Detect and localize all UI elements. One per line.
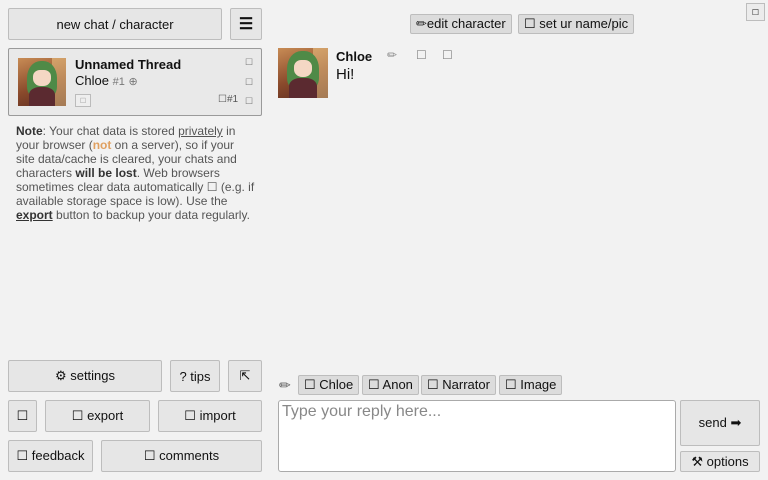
chip-narrator[interactable]: ☐ Narrator bbox=[421, 375, 496, 395]
edit-character-label: ✏edit character bbox=[416, 16, 506, 31]
thread-tag-box[interactable]: ☐ bbox=[75, 94, 91, 107]
settings-label: ⚙ settings bbox=[54, 368, 116, 383]
note-export-link[interactable]: export bbox=[16, 208, 53, 222]
thread-title: Unnamed Thread bbox=[75, 57, 182, 72]
storage-note: Note: Your chat data is stored privately… bbox=[16, 124, 255, 222]
message-action-icon[interactable]: ☐ bbox=[416, 48, 427, 62]
fullscreen-button[interactable]: ☐ bbox=[746, 3, 765, 21]
thread-message-count: ☐#1 bbox=[218, 94, 239, 105]
send-button[interactable]: send ➡ bbox=[680, 400, 760, 446]
comments-button[interactable]: ☐ comments bbox=[101, 440, 262, 472]
chip-chloe[interactable]: ☐ Chloe bbox=[298, 375, 360, 395]
corner-icon: ☐ bbox=[751, 7, 760, 17]
link-icon: ⊕ bbox=[128, 76, 138, 88]
chip-anon[interactable]: ☐ Anon bbox=[362, 375, 419, 395]
feedback-button[interactable]: ☐ feedback bbox=[8, 440, 93, 472]
thread-character-name: Chloe bbox=[75, 73, 109, 88]
settings-button[interactable]: ⚙ settings bbox=[8, 360, 162, 392]
export-button[interactable]: ☐ export bbox=[45, 400, 150, 432]
collapse-icon: ⇱ bbox=[239, 368, 251, 383]
message-text: Hi! bbox=[336, 66, 355, 83]
tips-button[interactable]: ? tips bbox=[170, 360, 220, 392]
new-chat-button[interactable]: new chat / character bbox=[8, 8, 222, 40]
message-action-icon-2[interactable]: ☐ bbox=[442, 48, 453, 62]
thread-character: Chloe #1 ⊕ bbox=[75, 73, 138, 88]
box-icon: ☐ bbox=[16, 408, 29, 423]
set-name-label: ☐ set ur name/pic bbox=[524, 16, 629, 31]
chip-anon-label: ☐ Anon bbox=[368, 377, 413, 392]
reply-input[interactable] bbox=[278, 400, 676, 472]
edit-character-button[interactable]: ✏edit character bbox=[410, 14, 512, 34]
collapse-sidebar-button[interactable]: ⇱ bbox=[228, 360, 262, 392]
edit-message-icon[interactable]: ✏ bbox=[387, 48, 397, 62]
tips-label: ? tips bbox=[179, 368, 211, 384]
options-button[interactable]: ⚒ options bbox=[680, 451, 760, 472]
options-label: ⚒ options bbox=[691, 453, 749, 469]
thread-rename-icon[interactable]: ☐ bbox=[245, 57, 253, 68]
new-chat-label: new chat / character bbox=[56, 16, 174, 32]
chip-image[interactable]: ☐ Image bbox=[499, 375, 563, 395]
thread-card[interactable]: Unnamed Thread Chloe #1 ⊕ ☐ ☐#1 ☐ ☐ ☐ bbox=[8, 48, 262, 116]
thread-avatar bbox=[18, 58, 66, 106]
message-author: Chloe bbox=[336, 49, 373, 64]
set-name-button[interactable]: ☐ set ur name/pic bbox=[518, 14, 635, 34]
box-button[interactable]: ☐ bbox=[8, 400, 37, 432]
feedback-label: ☐ feedback bbox=[16, 448, 85, 463]
export-label: ☐ export bbox=[71, 408, 124, 423]
comments-label: ☐ comments bbox=[143, 448, 220, 463]
message-avatar[interactable] bbox=[278, 48, 328, 98]
thread-duplicate-icon[interactable]: ☐ bbox=[245, 77, 253, 88]
menu-icon: ☰ bbox=[238, 16, 254, 33]
pencil-icon[interactable]: ✏ bbox=[279, 377, 291, 394]
chip-chloe-label: ☐ Chloe bbox=[304, 377, 354, 392]
import-label: ☐ import bbox=[184, 408, 236, 423]
import-button[interactable]: ☐ import bbox=[158, 400, 262, 432]
chip-image-label: ☐ Image bbox=[505, 377, 557, 392]
send-label: send ➡ bbox=[698, 415, 742, 430]
thread-number: #1 bbox=[112, 76, 125, 88]
chip-narrator-label: ☐ Narrator bbox=[427, 377, 490, 392]
menu-button[interactable]: ☰ bbox=[230, 8, 262, 40]
thread-delete-icon[interactable]: ☐ bbox=[245, 96, 253, 107]
